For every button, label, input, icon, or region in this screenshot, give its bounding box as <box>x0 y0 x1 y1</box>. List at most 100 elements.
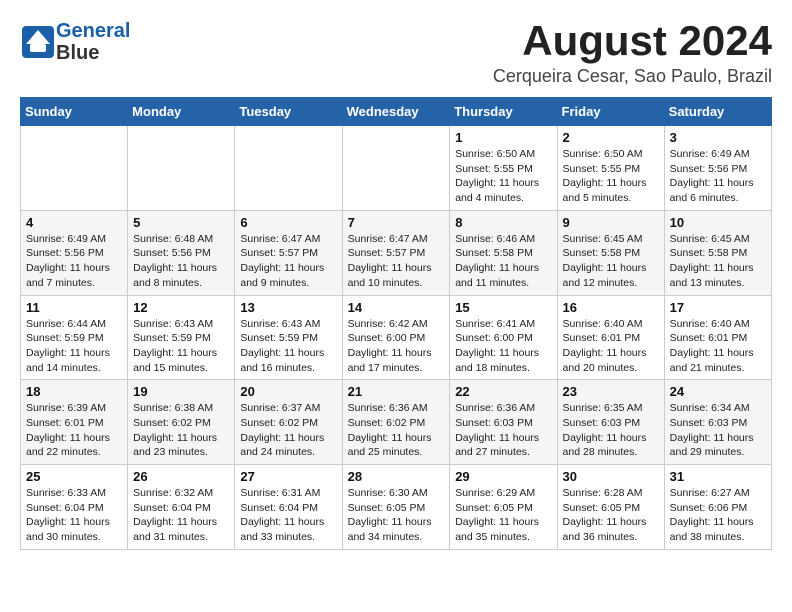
calendar-cell-26: 22 Sunrise: 6:36 AM Sunset: 6:03 PM Dayli… <box>450 380 557 465</box>
day-number: 22 <box>455 384 551 399</box>
day-number: 15 <box>455 300 551 315</box>
calendar-cell-17: 13 Sunrise: 6:43 AM Sunset: 5:59 PM Dayli… <box>235 295 342 380</box>
day-number: 19 <box>133 384 229 399</box>
day-number: 14 <box>348 300 445 315</box>
day-detail: Sunrise: 6:40 AM Sunset: 6:01 PM Dayligh… <box>670 317 766 376</box>
day-number: 18 <box>26 384 122 399</box>
calendar-cell-30: 26Sunrise: 6:32 AM Sunset: 6:04 PM Dayli… <box>128 465 235 550</box>
weekday-header-monday: Monday <box>128 98 235 126</box>
day-number: 12 <box>133 300 229 315</box>
weekday-header-thursday: Thursday <box>450 98 557 126</box>
calendar-cell-23: 19 Sunrise: 6:38 AM Sunset: 6:02 PM Dayli… <box>128 380 235 465</box>
day-detail: Sunrise: 6:36 AM Sunset: 6:02 PM Dayligh… <box>348 401 445 460</box>
day-detail: Sunrise: 6:31 AM Sunset: 6:04 PM Dayligh… <box>240 486 336 545</box>
day-detail: Sunrise: 6:48 AM Sunset: 5:56 PM Dayligh… <box>133 232 229 291</box>
weekday-header-friday: Friday <box>557 98 664 126</box>
day-number: 11 <box>26 300 122 315</box>
day-detail: Sunrise: 6:47 AM Sunset: 5:57 PM Dayligh… <box>240 232 336 291</box>
day-number: 21 <box>348 384 445 399</box>
calendar-cell-21: 17 Sunrise: 6:40 AM Sunset: 6:01 PM Dayli… <box>664 295 771 380</box>
day-detail: Sunrise: 6:46 AM Sunset: 5:58 PM Dayligh… <box>455 232 551 291</box>
day-detail: Sunrise: 6:28 AM Sunset: 6:05 PM Dayligh… <box>563 486 659 545</box>
calendar-cell-7: 3Sunrise: 6:49 AM Sunset: 5:56 PM Daylig… <box>664 126 771 211</box>
day-number: 25 <box>26 469 122 484</box>
day-number: 1 <box>455 130 551 145</box>
day-detail: Sunrise: 6:39 AM Sunset: 6:01 PM Dayligh… <box>26 401 122 460</box>
calendar-cell-31: 27 Sunrise: 6:31 AM Sunset: 6:04 PM Dayli… <box>235 465 342 550</box>
day-number: 7 <box>348 215 445 230</box>
calendar-cell-19: 15 Sunrise: 6:41 AM Sunset: 6:00 PM Dayli… <box>450 295 557 380</box>
day-detail: Sunrise: 6:43 AM Sunset: 5:59 PM Dayligh… <box>240 317 336 376</box>
calendar-cell-11: 7 Sunrise: 6:47 AM Sunset: 5:57 PM Daylig… <box>342 210 450 295</box>
day-detail: Sunrise: 6:35 AM Sunset: 6:03 PM Dayligh… <box>563 401 659 460</box>
day-detail: Sunrise: 6:34 AM Sunset: 6:03 PM Dayligh… <box>670 401 766 460</box>
day-detail: Sunrise: 6:41 AM Sunset: 6:00 PM Dayligh… <box>455 317 551 376</box>
calendar-cell-29: 25Sunrise: 6:33 AM Sunset: 6:04 PM Dayli… <box>21 465 128 550</box>
day-number: 16 <box>563 300 659 315</box>
calendar-cell-12: 8 Sunrise: 6:46 AM Sunset: 5:58 PM Daylig… <box>450 210 557 295</box>
calendar-cell-25: 21 Sunrise: 6:36 AM Sunset: 6:02 PM Dayli… <box>342 380 450 465</box>
calendar-cell-34: 30Sunrise: 6:28 AM Sunset: 6:05 PM Dayli… <box>557 465 664 550</box>
day-number: 8 <box>455 215 551 230</box>
calendar-cell-32: 28 Sunrise: 6:30 AM Sunset: 6:05 PM Dayli… <box>342 465 450 550</box>
day-detail: Sunrise: 6:30 AM Sunset: 6:05 PM Dayligh… <box>348 486 445 545</box>
calendar-week-2: 4 Sunrise: 6:49 AM Sunset: 5:56 PM Daylig… <box>21 210 772 295</box>
calendar-cell-35: 31Sunrise: 6:27 AM Sunset: 6:06 PM Dayli… <box>664 465 771 550</box>
calendar-cell-24: 20 Sunrise: 6:37 AM Sunset: 6:02 PM Dayli… <box>235 380 342 465</box>
day-number: 5 <box>133 215 229 230</box>
day-detail: Sunrise: 6:38 AM Sunset: 6:02 PM Dayligh… <box>133 401 229 460</box>
day-number: 24 <box>670 384 766 399</box>
calendar-cell-14: 10 Sunrise: 6:45 AM Sunset: 5:58 PM Dayli… <box>664 210 771 295</box>
day-detail: Sunrise: 6:37 AM Sunset: 6:02 PM Dayligh… <box>240 401 336 460</box>
calendar-cell-28: 24 Sunrise: 6:34 AM Sunset: 6:03 PM Dayli… <box>664 380 771 465</box>
weekday-header-tuesday: Tuesday <box>235 98 342 126</box>
day-number: 29 <box>455 469 551 484</box>
calendar-cell-9: 5 Sunrise: 6:48 AM Sunset: 5:56 PM Daylig… <box>128 210 235 295</box>
day-detail: Sunrise: 6:36 AM Sunset: 6:03 PM Dayligh… <box>455 401 551 460</box>
day-detail: Sunrise: 6:49 AM Sunset: 5:56 PM Dayligh… <box>26 232 122 291</box>
calendar-cell-2 <box>128 126 235 211</box>
calendar-cell-18: 14 Sunrise: 6:42 AM Sunset: 6:00 PM Dayli… <box>342 295 450 380</box>
calendar-cell-1 <box>21 126 128 211</box>
calendar-cell-15: 11 Sunrise: 6:44 AM Sunset: 5:59 PM Dayli… <box>21 295 128 380</box>
day-detail: Sunrise: 6:44 AM Sunset: 5:59 PM Dayligh… <box>26 317 122 376</box>
weekday-header-wednesday: Wednesday <box>342 98 450 126</box>
day-detail: Sunrise: 6:29 AM Sunset: 6:05 PM Dayligh… <box>455 486 551 545</box>
calendar-body: 1 Sunrise: 6:50 AM Sunset: 5:55 PM Daylig… <box>21 126 772 550</box>
calendar-week-1: 1 Sunrise: 6:50 AM Sunset: 5:55 PM Daylig… <box>21 126 772 211</box>
calendar-cell-8: 4 Sunrise: 6:49 AM Sunset: 5:56 PM Daylig… <box>21 210 128 295</box>
calendar-cell-6: 2Sunrise: 6:50 AM Sunset: 5:55 PM Daylig… <box>557 126 664 211</box>
day-number: 26 <box>133 469 229 484</box>
day-number: 23 <box>563 384 659 399</box>
day-detail: Sunrise: 6:50 AM Sunset: 5:55 PM Dayligh… <box>455 147 551 206</box>
calendar-cell-20: 16Sunrise: 6:40 AM Sunset: 6:01 PM Dayli… <box>557 295 664 380</box>
title-section: August 2024 Cerqueira Cesar, Sao Paulo, … <box>493 20 772 87</box>
weekday-header-saturday: Saturday <box>664 98 771 126</box>
calendar-cell-16: 12 Sunrise: 6:43 AM Sunset: 5:59 PM Dayli… <box>128 295 235 380</box>
day-number: 20 <box>240 384 336 399</box>
location-title: Cerqueira Cesar, Sao Paulo, Brazil <box>493 66 772 87</box>
day-number: 17 <box>670 300 766 315</box>
day-number: 10 <box>670 215 766 230</box>
day-number: 4 <box>26 215 122 230</box>
day-number: 6 <box>240 215 336 230</box>
day-detail: Sunrise: 6:43 AM Sunset: 5:59 PM Dayligh… <box>133 317 229 376</box>
calendar-week-4: 18 Sunrise: 6:39 AM Sunset: 6:01 PM Dayli… <box>21 380 772 465</box>
day-detail: Sunrise: 6:45 AM Sunset: 5:58 PM Dayligh… <box>563 232 659 291</box>
month-title: August 2024 <box>493 20 772 62</box>
day-detail: Sunrise: 6:47 AM Sunset: 5:57 PM Dayligh… <box>348 232 445 291</box>
page-header: General Blue August 2024 Cerqueira Cesar… <box>20 20 772 87</box>
calendar-table: SundayMondayTuesdayWednesdayThursdayFrid… <box>20 97 772 550</box>
day-detail: Sunrise: 6:50 AM Sunset: 5:55 PM Dayligh… <box>563 147 659 206</box>
day-detail: Sunrise: 6:42 AM Sunset: 6:00 PM Dayligh… <box>348 317 445 376</box>
day-number: 9 <box>563 215 659 230</box>
calendar-week-5: 25Sunrise: 6:33 AM Sunset: 6:04 PM Dayli… <box>21 465 772 550</box>
calendar-week-3: 11 Sunrise: 6:44 AM Sunset: 5:59 PM Dayli… <box>21 295 772 380</box>
day-detail: Sunrise: 6:45 AM Sunset: 5:58 PM Dayligh… <box>670 232 766 291</box>
day-number: 28 <box>348 469 445 484</box>
day-number: 3 <box>670 130 766 145</box>
day-number: 13 <box>240 300 336 315</box>
day-number: 27 <box>240 469 336 484</box>
logo-icon <box>20 24 56 60</box>
calendar-cell-4 <box>342 126 450 211</box>
